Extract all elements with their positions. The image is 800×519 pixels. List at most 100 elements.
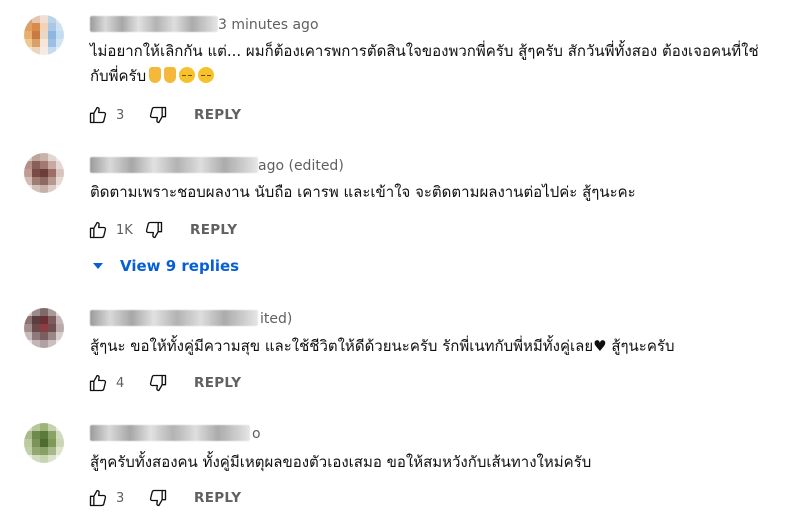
- author-name-blurred[interactable]: [90, 310, 258, 326]
- avatar-pixel: [24, 431, 32, 439]
- avatar-pixel: [40, 39, 48, 47]
- comment-timestamp[interactable]: 3 minutes ago: [218, 17, 319, 33]
- thumb-down-icon[interactable]: [148, 373, 168, 393]
- avatar-pixel: [48, 316, 56, 324]
- avatar-pixel: [24, 340, 32, 348]
- avatar-pixel: [24, 308, 32, 316]
- avatar-pixel: [48, 431, 56, 439]
- avatar[interactable]: [24, 15, 64, 55]
- comment-actions: 3 REPLY: [88, 103, 241, 127]
- avatar-pixel: [40, 316, 48, 324]
- avatar-pixel: [24, 15, 32, 23]
- avatar-pixel: [24, 169, 32, 177]
- like-count: 3: [116, 107, 125, 123]
- avatar-pixel: [24, 153, 32, 161]
- avatar[interactable]: [24, 423, 64, 463]
- comment-body: ติดตามเพราะชอบผลงาน นับถือ เคารพ และเข้า…: [90, 183, 636, 201]
- avatar-pixel: [32, 15, 40, 23]
- avatar-pixel: [48, 23, 56, 31]
- avatar-pixel: [40, 153, 48, 161]
- view-replies-label: View 9 replies: [120, 257, 240, 275]
- avatar-pixel: [32, 23, 40, 31]
- avatar-pixel: [56, 455, 64, 463]
- like-count: 4: [116, 375, 125, 391]
- avatar-pixel: [24, 423, 32, 431]
- avatar-pixel: [48, 169, 56, 177]
- comment-text: ไม่อยากให้เลิกกัน แต่... ผมก็ต้องเคารพกา…: [90, 39, 780, 89]
- thumb-down-icon[interactable]: [148, 488, 168, 508]
- avatar-pixel: [56, 47, 64, 55]
- comment-body: สู้ๆครับทั้งสองคน ทั้งคู่มีเหตุผลของตัวเ…: [90, 453, 592, 471]
- author-name-blurred[interactable]: [90, 157, 258, 173]
- avatar-pixel: [32, 177, 40, 185]
- avatar-pixel: [40, 23, 48, 31]
- avatar-pixel: [32, 455, 40, 463]
- avatar-pixel: [48, 161, 56, 169]
- avatar-pixel: [24, 447, 32, 455]
- avatar-pixel: [32, 447, 40, 455]
- victory-hand-emoji: [149, 67, 162, 83]
- avatar-pixel: [48, 455, 56, 463]
- avatar-pixel: [48, 47, 56, 55]
- avatar-pixel: [24, 439, 32, 447]
- thumb-up-icon[interactable]: [88, 105, 108, 125]
- avatar-pixel: [24, 31, 32, 39]
- avatar-pixel: [40, 15, 48, 23]
- reply-button[interactable]: REPLY: [194, 107, 241, 123]
- avatar-pixel: [32, 31, 40, 39]
- avatar-pixel: [24, 161, 32, 169]
- caret-down-icon: [88, 256, 108, 276]
- avatar-pixel: [56, 332, 64, 340]
- avatar-pixel: [56, 447, 64, 455]
- avatar-pixel: [32, 431, 40, 439]
- reply-button[interactable]: REPLY: [190, 222, 237, 238]
- comment-actions: 1K REPLY: [88, 218, 237, 242]
- comment-timestamp[interactable]: ited): [260, 311, 292, 327]
- avatar-pixel: [32, 47, 40, 55]
- author-name-blurred[interactable]: [90, 16, 218, 32]
- pensive-face-emoji: [179, 67, 196, 83]
- thumb-up-icon[interactable]: [88, 220, 108, 240]
- avatar-pixel: [24, 332, 32, 340]
- avatar-pixel: [48, 340, 56, 348]
- avatar-pixel: [32, 316, 40, 324]
- emoji-group: [146, 67, 215, 85]
- comment-text: ติดตามเพราะชอบผลงาน นับถือ เคารพ และเข้า…: [90, 180, 780, 205]
- victory-hand-emoji: [164, 67, 177, 83]
- avatar-pixel: [32, 439, 40, 447]
- avatar-pixel: [40, 431, 48, 439]
- author-name-blurred[interactable]: [90, 425, 250, 441]
- avatar-pixel: [56, 177, 64, 185]
- avatar[interactable]: [24, 153, 64, 193]
- avatar-pixel: [56, 15, 64, 23]
- thumb-down-icon[interactable]: [144, 220, 164, 240]
- avatar-pixel: [24, 23, 32, 31]
- avatar-pixel: [32, 340, 40, 348]
- thumb-down-icon[interactable]: [148, 105, 168, 125]
- avatar-pixel: [40, 177, 48, 185]
- avatar-pixel: [32, 39, 40, 47]
- comment-timestamp[interactable]: o: [252, 426, 261, 442]
- view-replies-button[interactable]: View 9 replies: [88, 256, 239, 276]
- avatar-pixel: [32, 324, 40, 332]
- avatar-pixel: [48, 439, 56, 447]
- reply-button[interactable]: REPLY: [194, 375, 241, 391]
- avatar-pixel: [48, 177, 56, 185]
- avatar-pixel: [32, 423, 40, 431]
- avatar[interactable]: [24, 308, 64, 348]
- avatar-pixel: [56, 39, 64, 47]
- thumb-up-icon[interactable]: [88, 373, 108, 393]
- comment-timestamp[interactable]: ago (edited): [258, 158, 344, 174]
- avatar-pixel: [40, 185, 48, 193]
- thumb-up-icon[interactable]: [88, 488, 108, 508]
- comment-actions: 3 REPLY: [88, 486, 241, 510]
- reply-button[interactable]: REPLY: [194, 490, 241, 506]
- avatar-pixel: [56, 431, 64, 439]
- avatar-pixel: [40, 169, 48, 177]
- avatar-pixel: [56, 31, 64, 39]
- avatar-pixel: [48, 15, 56, 23]
- comment-text: สู้ๆครับทั้งสองคน ทั้งคู่มีเหตุผลของตัวเ…: [90, 450, 780, 475]
- avatar-pixel: [32, 169, 40, 177]
- avatar-pixel: [48, 185, 56, 193]
- avatar-pixel: [40, 340, 48, 348]
